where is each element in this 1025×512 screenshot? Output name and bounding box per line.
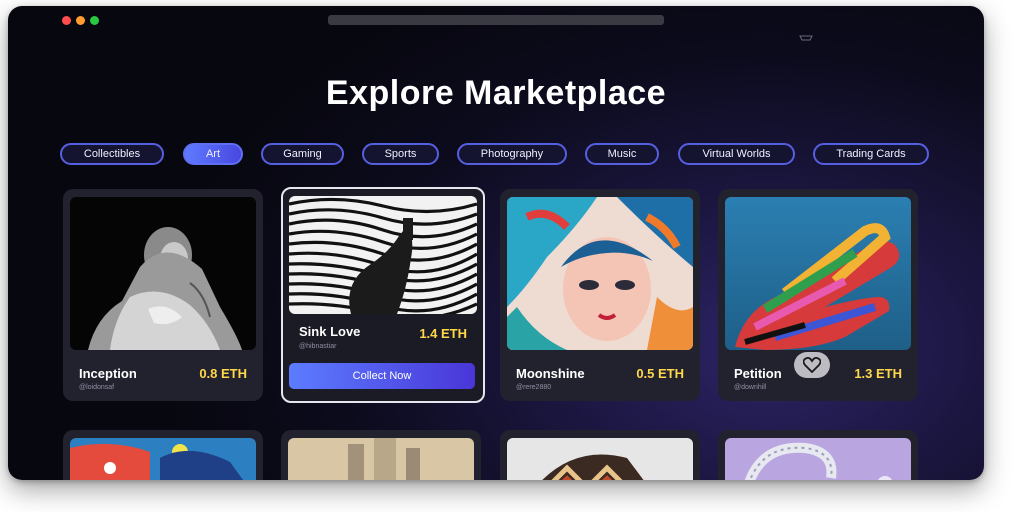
chip-trading-cards[interactable]: Trading Cards (813, 143, 929, 165)
nft-title: Petition (734, 366, 782, 381)
nft-price: 1.3 ETH (854, 366, 902, 381)
nft-card-row2-4[interactable] (718, 430, 918, 480)
maximize-window-button[interactable] (90, 16, 99, 25)
nft-price: 1.4 ETH (419, 326, 467, 341)
nft-image (70, 438, 256, 480)
chip-music[interactable]: Music (585, 143, 659, 165)
nft-image-moonshine (507, 197, 693, 350)
creator-handle[interactable]: @hibnastiar (299, 343, 336, 350)
chip-collectibles[interactable]: Collectibles (60, 143, 164, 165)
chip-art[interactable]: Art (183, 143, 243, 165)
nft-title: Moonshine (516, 366, 585, 381)
nft-image-petition (725, 197, 911, 350)
creator-handle[interactable]: @loidonsaf (79, 384, 114, 391)
nft-title: Sink Love (299, 324, 361, 339)
chip-photography[interactable]: Photography (457, 143, 567, 165)
category-filter-bar: Collectibles Art Gaming Sports Photograp… (8, 143, 984, 167)
heart-icon (803, 357, 821, 373)
nft-image-inception (70, 197, 256, 350)
nft-image (725, 438, 911, 480)
nft-price: 0.5 ETH (636, 366, 684, 381)
nft-title: Inception (79, 366, 137, 381)
like-button[interactable] (794, 352, 830, 378)
nft-price: 0.8 ETH (199, 366, 247, 381)
chip-gaming[interactable]: Gaming (261, 143, 344, 165)
nft-image (507, 438, 693, 480)
minimize-window-button[interactable] (76, 16, 85, 25)
nft-card-row2-3[interactable] (500, 430, 700, 480)
nft-card-petition[interactable]: Petition @downhill 1.3 ETH (718, 189, 918, 401)
close-window-button[interactable] (62, 16, 71, 25)
chip-virtual-worlds[interactable]: Virtual Worlds (678, 143, 795, 165)
bell-icon[interactable] (796, 34, 816, 44)
page-title: Explore Marketplace (325, 74, 667, 112)
nft-image-sink-love (289, 196, 477, 314)
app-window: Explore Marketplace Collectibles Art Gam… (8, 6, 984, 480)
address-bar[interactable] (328, 15, 664, 25)
chip-sports[interactable]: Sports (362, 143, 439, 165)
creator-handle[interactable]: @downhill (734, 384, 766, 391)
nft-image (288, 438, 474, 480)
nft-card-moonshine[interactable]: Moonshine @rere2880 0.5 ETH (500, 189, 700, 401)
collect-now-button[interactable]: Collect Now (289, 363, 475, 389)
creator-handle[interactable]: @rere2880 (516, 384, 551, 391)
nft-card-row2-2[interactable] (281, 430, 481, 480)
nft-card-sink-love[interactable]: Sink Love @hibnastiar 1.4 ETH Collect No… (281, 187, 485, 403)
nft-card-row2-1[interactable] (63, 430, 263, 480)
nft-card-inception[interactable]: Inception @loidonsaf 0.8 ETH (63, 189, 263, 401)
window-titlebar (8, 6, 984, 41)
